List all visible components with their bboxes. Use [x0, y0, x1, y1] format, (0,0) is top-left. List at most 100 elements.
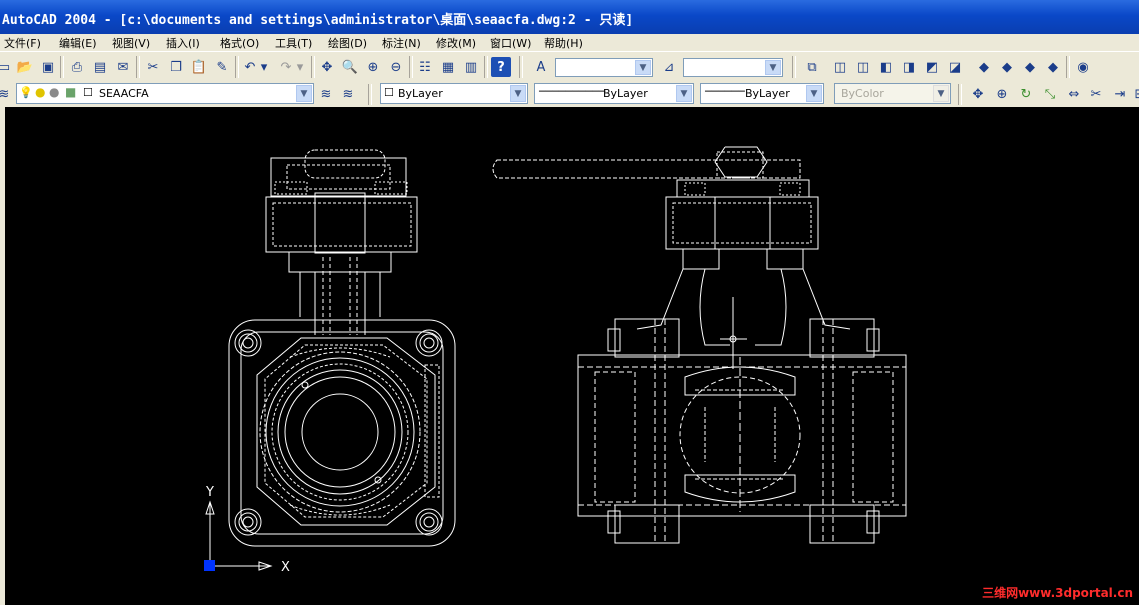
current-layer-name: SEAACFA — [99, 87, 149, 100]
properties-icon[interactable]: ☷ — [415, 57, 435, 77]
zoom-realtime-icon[interactable]: 🔍 — [340, 57, 360, 77]
zoom-previous-icon[interactable]: ⊖ — [386, 57, 406, 77]
open-icon[interactable]: 📂 — [15, 57, 35, 77]
sw-iso-icon[interactable]: ◆ — [974, 57, 994, 77]
menu-dimension[interactable]: 标注(N) — [382, 35, 421, 51]
publish-icon[interactable]: ✉ — [113, 57, 133, 77]
linetype-combo[interactable]: ────────── ByLayer ▼ — [534, 83, 694, 104]
plotstyle-combo[interactable]: ByColor ▼ — [834, 83, 951, 104]
ucs-y-label: Y — [205, 485, 214, 500]
rotate-icon[interactable]: ↻ — [1016, 84, 1036, 104]
standard-toolbar: ▭ 📂 ▣ ⎙ ▤ ✉ ✂ ❐ 📋 ✎ ↶ ▾ ↷ ▾ ✥ 🔍 ⊕ ⊖ ☷ ▦ … — [0, 51, 1139, 83]
layer-lock-icon: ■ — [65, 85, 77, 99]
side-view — [492, 146, 907, 544]
copy-object-icon[interactable]: ⊕ — [992, 84, 1012, 104]
color-combo[interactable]: ☐ ByLayer ▼ — [380, 83, 528, 104]
chevron-down-icon: ▼ — [676, 85, 692, 102]
bottom-view-icon[interactable]: ◫ — [853, 57, 873, 77]
drawing-canvas[interactable]: Y X — [5, 107, 1139, 605]
pan-icon[interactable]: ✥ — [317, 57, 337, 77]
menu-modify[interactable]: 修改(M) — [436, 35, 476, 51]
layer-on-icon: 💡 — [19, 86, 33, 99]
chevron-down-icon: ▼ — [296, 85, 312, 102]
text-style-combo[interactable]: ▼ — [555, 58, 653, 77]
front-view-icon[interactable]: ◩ — [922, 57, 942, 77]
right-view-icon[interactable]: ◨ — [899, 57, 919, 77]
cut-icon[interactable]: ✂ — [143, 57, 163, 77]
tool-palettes-icon[interactable]: ▥ — [461, 57, 481, 77]
zoom-window-icon[interactable]: ⊕ — [363, 57, 383, 77]
se-iso-icon[interactable]: ◆ — [997, 57, 1017, 77]
toolbar-separator — [136, 56, 140, 78]
top-view-icon[interactable]: ◫ — [830, 57, 850, 77]
plotstyle-value: ByColor — [841, 87, 884, 100]
match-properties-icon[interactable]: ✎ — [212, 57, 232, 77]
front-view — [228, 149, 456, 547]
toolbar-separator — [958, 84, 962, 105]
menu-view[interactable]: 视图(V) — [112, 35, 150, 51]
menu-tools[interactable]: 工具(T) — [275, 35, 312, 51]
trim-icon[interactable]: ✂ — [1086, 84, 1106, 104]
array-icon[interactable]: ⊞ — [1130, 84, 1139, 104]
redo-dropdown-icon[interactable]: ▾ — [294, 57, 306, 77]
menu-draw[interactable]: 绘图(D) — [328, 35, 367, 51]
toolbar-separator — [792, 56, 796, 78]
cad-drawing: Y X — [204, 146, 907, 575]
redo-icon[interactable]: ↷ — [276, 57, 296, 77]
linetype-value: ByLayer — [603, 87, 648, 100]
left-view-icon[interactable]: ◧ — [876, 57, 896, 77]
copy-icon[interactable]: ❐ — [166, 57, 186, 77]
chevron-down-icon: ▼ — [765, 60, 781, 75]
lineweight-value: ByLayer — [745, 87, 790, 100]
toolbar-separator — [60, 56, 64, 78]
menu-edit[interactable]: 编辑(E) — [59, 35, 97, 51]
lineweight-sample: ────── — [705, 85, 745, 98]
toolbar-separator — [368, 84, 372, 105]
help-icon[interactable]: ? — [491, 57, 511, 77]
menu-file[interactable]: 文件(F) — [4, 35, 41, 51]
layer-previous-icon[interactable]: ≋ — [338, 84, 358, 104]
menu-help[interactable]: 帮助(H) — [544, 35, 583, 51]
window-title: AutoCAD 2004 - [c:\documents and setting… — [2, 13, 634, 28]
ne-iso-icon[interactable]: ◆ — [1020, 57, 1040, 77]
stretch-icon[interactable]: ⇔ — [1064, 84, 1084, 104]
make-object-layer-current-icon[interactable]: ≋ — [316, 84, 336, 104]
save-icon[interactable]: ▣ — [38, 57, 58, 77]
toolbar-separator — [484, 56, 488, 78]
layer-color-swatch: ☐ — [83, 86, 93, 99]
undo-icon[interactable]: ↶ — [240, 57, 260, 77]
back-view-icon[interactable]: ◪ — [945, 57, 965, 77]
menu-window[interactable]: 窗口(W) — [490, 35, 531, 51]
layer-manager-icon[interactable]: ≋ — [0, 84, 14, 104]
layer-thaw-icon: ● — [35, 85, 46, 99]
undo-dropdown-icon[interactable]: ▾ — [258, 57, 270, 77]
nw-iso-icon[interactable]: ◆ — [1043, 57, 1063, 77]
camera-icon[interactable]: ◉ — [1073, 57, 1093, 77]
toolbar-separator — [1066, 56, 1070, 78]
dimension-style-icon[interactable]: ⊿ — [659, 57, 679, 77]
paste-icon[interactable]: 📋 — [189, 57, 209, 77]
lineweight-combo[interactable]: ────── ByLayer ▼ — [700, 83, 824, 104]
move-icon[interactable]: ✥ — [968, 84, 988, 104]
linetype-sample: ────────── — [539, 85, 606, 98]
scale-icon[interactable]: ⤡ — [1040, 84, 1060, 104]
ucs-x-label: X — [281, 560, 290, 575]
color-swatch: ☐ — [384, 86, 394, 99]
named-views-icon[interactable]: ⧉ — [802, 57, 822, 77]
menu-bar: 文件(F) 编辑(E) 视图(V) 插入(I) 格式(O) 工具(T) 绘图(D… — [0, 34, 1139, 51]
new-icon[interactable]: ▭ — [0, 57, 14, 77]
print-preview-icon[interactable]: ▤ — [90, 57, 110, 77]
print-icon[interactable]: ⎙ — [67, 57, 87, 77]
design-center-icon[interactable]: ▦ — [438, 57, 458, 77]
layer-unlock-icon: ● — [49, 85, 60, 99]
menu-format[interactable]: 格式(O) — [220, 35, 259, 51]
layer-combo[interactable]: 💡 ● ● ■ ☐ SEAACFA ▼ — [16, 83, 314, 104]
chevron-down-icon: ▼ — [806, 85, 822, 102]
chevron-down-icon: ▼ — [933, 85, 949, 102]
layers-toolbar: ≋ 💡 ● ● ■ ☐ SEAACFA ▼ ≋ ≋ ☐ ByLayer ▼ ──… — [0, 82, 1139, 107]
toolbar-separator — [235, 56, 239, 78]
text-style-icon[interactable]: A — [531, 57, 551, 77]
extend-icon[interactable]: ⇥ — [1110, 84, 1130, 104]
menu-insert[interactable]: 插入(I) — [166, 35, 200, 51]
dimension-style-combo[interactable]: ▼ — [683, 58, 783, 77]
